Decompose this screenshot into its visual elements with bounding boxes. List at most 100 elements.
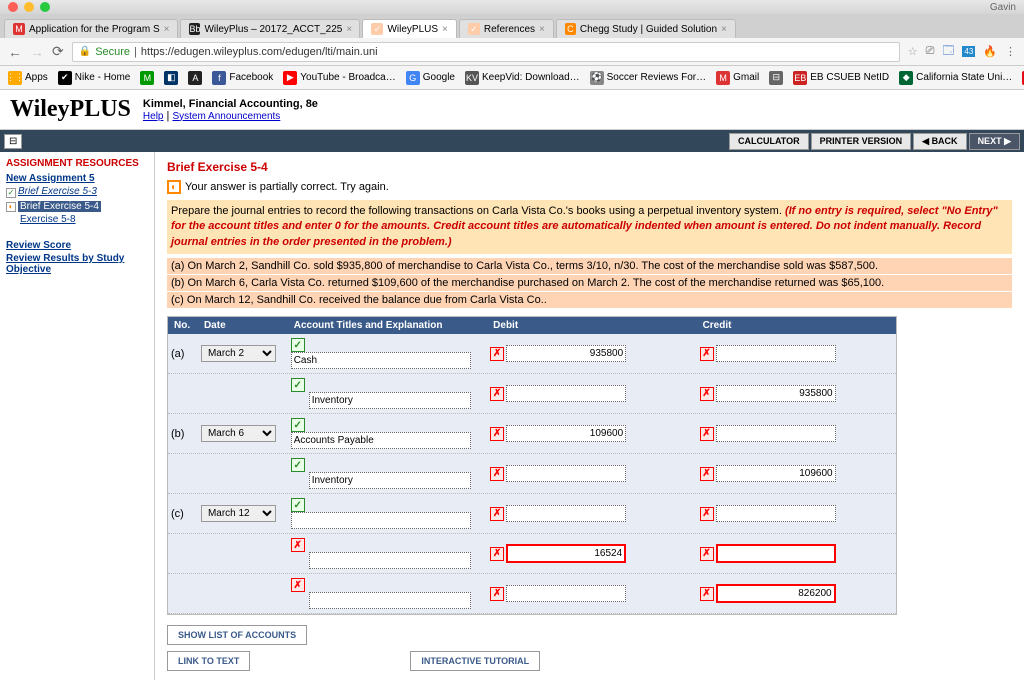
debit-input[interactable] (506, 425, 626, 442)
cast-icon[interactable]: ⎚ (926, 45, 935, 58)
favicon-icon: M (13, 23, 25, 35)
star-icon[interactable]: ☆ (908, 45, 918, 58)
bookmark-item[interactable]: ⋮⋮Apps (8, 71, 48, 85)
profile-name[interactable]: Gavin (990, 2, 1016, 13)
back-icon[interactable]: ← (8, 44, 22, 60)
close-tab-icon[interactable]: × (346, 24, 352, 35)
sidebar-item-ex58[interactable]: Exercise 5-8 (20, 214, 76, 225)
secure-label: Secure (95, 46, 130, 58)
debit-input[interactable] (506, 385, 626, 402)
account-input[interactable] (291, 432, 471, 449)
help-link[interactable]: Help (143, 111, 164, 122)
bookmark-item[interactable]: GGoogle (406, 71, 455, 85)
x-icon: ✗ (490, 347, 504, 361)
x-icon: ✗ (490, 427, 504, 441)
date-select[interactable]: March 12 (201, 505, 276, 522)
show-accounts-button[interactable]: SHOW LIST OF ACCOUNTS (167, 625, 307, 645)
review-results-link[interactable]: Review Results by Study Objective (6, 253, 148, 275)
ext-icon-3[interactable]: 🔥 (983, 45, 997, 58)
sidebar-item-ex53[interactable]: Brief Exercise 5-3 (18, 186, 97, 197)
minimize-window-icon[interactable] (24, 2, 34, 12)
x-icon: ✗ (490, 507, 504, 521)
bookmark-icon: ◧ (164, 71, 178, 85)
account-input[interactable] (309, 592, 471, 609)
window-controls: Gavin (0, 0, 1024, 14)
credit-input[interactable] (716, 345, 836, 362)
account-input[interactable] (291, 352, 471, 369)
credit-input[interactable] (716, 465, 836, 482)
ext-icon-2[interactable]: 43 (962, 46, 975, 57)
close-tab-icon[interactable]: × (539, 24, 545, 35)
bookmark-item[interactable]: ◆California State Uni… (899, 71, 1012, 85)
bookmark-item[interactable]: M (140, 71, 154, 85)
bookmark-icon: M (140, 71, 154, 85)
new-assignment-link[interactable]: New Assignment 5 (6, 173, 148, 184)
journal-row: ✗✗✗ (168, 534, 896, 574)
printer-button[interactable]: PRINTER VERSION (811, 133, 912, 150)
calculator-button[interactable]: CALCULATOR (729, 133, 809, 150)
toolbar-left-icon[interactable]: ⊟ (4, 134, 22, 149)
sidebar-heading: ASSIGNMENT RESOURCES (6, 158, 148, 169)
forward-icon[interactable]: → (30, 44, 44, 60)
menu-icon[interactable]: ⋮ (1005, 45, 1016, 58)
sys-announce-link[interactable]: System Announcements (172, 111, 280, 122)
bookmark-icon: G (406, 71, 420, 85)
browser-tab[interactable]: CChegg Study | Guided Solution× (556, 19, 736, 38)
bookmark-item[interactable]: fFacebook (212, 71, 273, 85)
sub-instruction-c: (c) On March 12, Sandhill Co. received t… (167, 292, 1012, 308)
sub-instruction-b: (b) On March 6, Carla Vista Co. returned… (167, 275, 1012, 291)
col-acct: Account Titles and Explanation (288, 317, 487, 334)
bookmark-item[interactable]: ▶YouTube - Broadca… (283, 71, 395, 85)
bookmark-item[interactable]: A (188, 71, 202, 85)
browser-tab[interactable]: BbWileyPlus – 20172_ACCT_225× (180, 19, 360, 38)
close-tab-icon[interactable]: × (442, 24, 448, 35)
browser-tab[interactable]: ✓WileyPLUS× (362, 19, 456, 38)
bookmark-item[interactable]: KVKeepVid: Download… (465, 71, 580, 85)
account-input[interactable] (309, 392, 471, 409)
debit-input[interactable] (506, 585, 626, 602)
col-date: Date (198, 317, 288, 334)
credit-input[interactable] (716, 544, 836, 563)
content-area: Brief Exercise 5-4 ◐ Your answer is part… (155, 152, 1024, 680)
review-score-link[interactable]: Review Score (6, 240, 148, 251)
bookmark-item[interactable]: ⚽Soccer Reviews For… (590, 71, 706, 85)
x-icon: ✗ (700, 427, 714, 441)
bookmark-item[interactable]: MGmail (716, 71, 759, 85)
bookmark-item[interactable]: EBEB CSUEB NetID (793, 71, 889, 85)
account-input[interactable] (309, 472, 471, 489)
bookmark-icon: ⋮⋮ (8, 71, 22, 85)
back-button[interactable]: ◀ BACK (913, 133, 966, 150)
bookmark-item[interactable]: ⊟ (769, 71, 783, 85)
debit-input[interactable] (506, 345, 626, 362)
close-window-icon[interactable] (8, 2, 18, 12)
date-select[interactable]: March 6 (201, 425, 276, 442)
next-button[interactable]: NEXT ▶ (969, 133, 1020, 150)
close-tab-icon[interactable]: × (164, 24, 170, 35)
reload-icon[interactable]: ⟳ (52, 43, 64, 60)
bookmark-item[interactable]: ✔Nike - Home (58, 71, 131, 85)
url-input[interactable]: 🔒 Secure | https://edugen.wileyplus.com/… (72, 42, 900, 62)
account-input[interactable] (291, 512, 471, 529)
sidebar-item-ex54[interactable]: Brief Exercise 5-4 (18, 201, 101, 212)
maximize-window-icon[interactable] (40, 2, 50, 12)
credit-input[interactable] (716, 425, 836, 442)
debit-input[interactable] (506, 505, 626, 522)
debit-input[interactable] (506, 465, 626, 482)
account-input[interactable] (309, 552, 471, 569)
date-select[interactable]: March 2 (201, 345, 276, 362)
close-tab-icon[interactable]: × (721, 24, 727, 35)
book-title: Kimmel, Financial Accounting, 8e (143, 98, 318, 110)
link-to-text-button[interactable]: LINK TO TEXT (167, 651, 250, 671)
browser-tab[interactable]: ✓References× (459, 19, 554, 38)
credit-input[interactable] (716, 584, 836, 603)
browser-tab[interactable]: MApplication for the Program S× (4, 19, 178, 38)
interactive-tutorial-button[interactable]: INTERACTIVE TUTORIAL (410, 651, 540, 671)
bookmark-item[interactable]: ◧ (164, 71, 178, 85)
credit-input[interactable] (716, 385, 836, 402)
credit-input[interactable] (716, 505, 836, 522)
ext-icon[interactable]: 🗔 (942, 42, 954, 61)
x-icon: ✗ (700, 387, 714, 401)
debit-input[interactable] (506, 544, 626, 563)
col-credit: Credit (697, 317, 896, 334)
check-icon: ✓ (291, 338, 305, 352)
